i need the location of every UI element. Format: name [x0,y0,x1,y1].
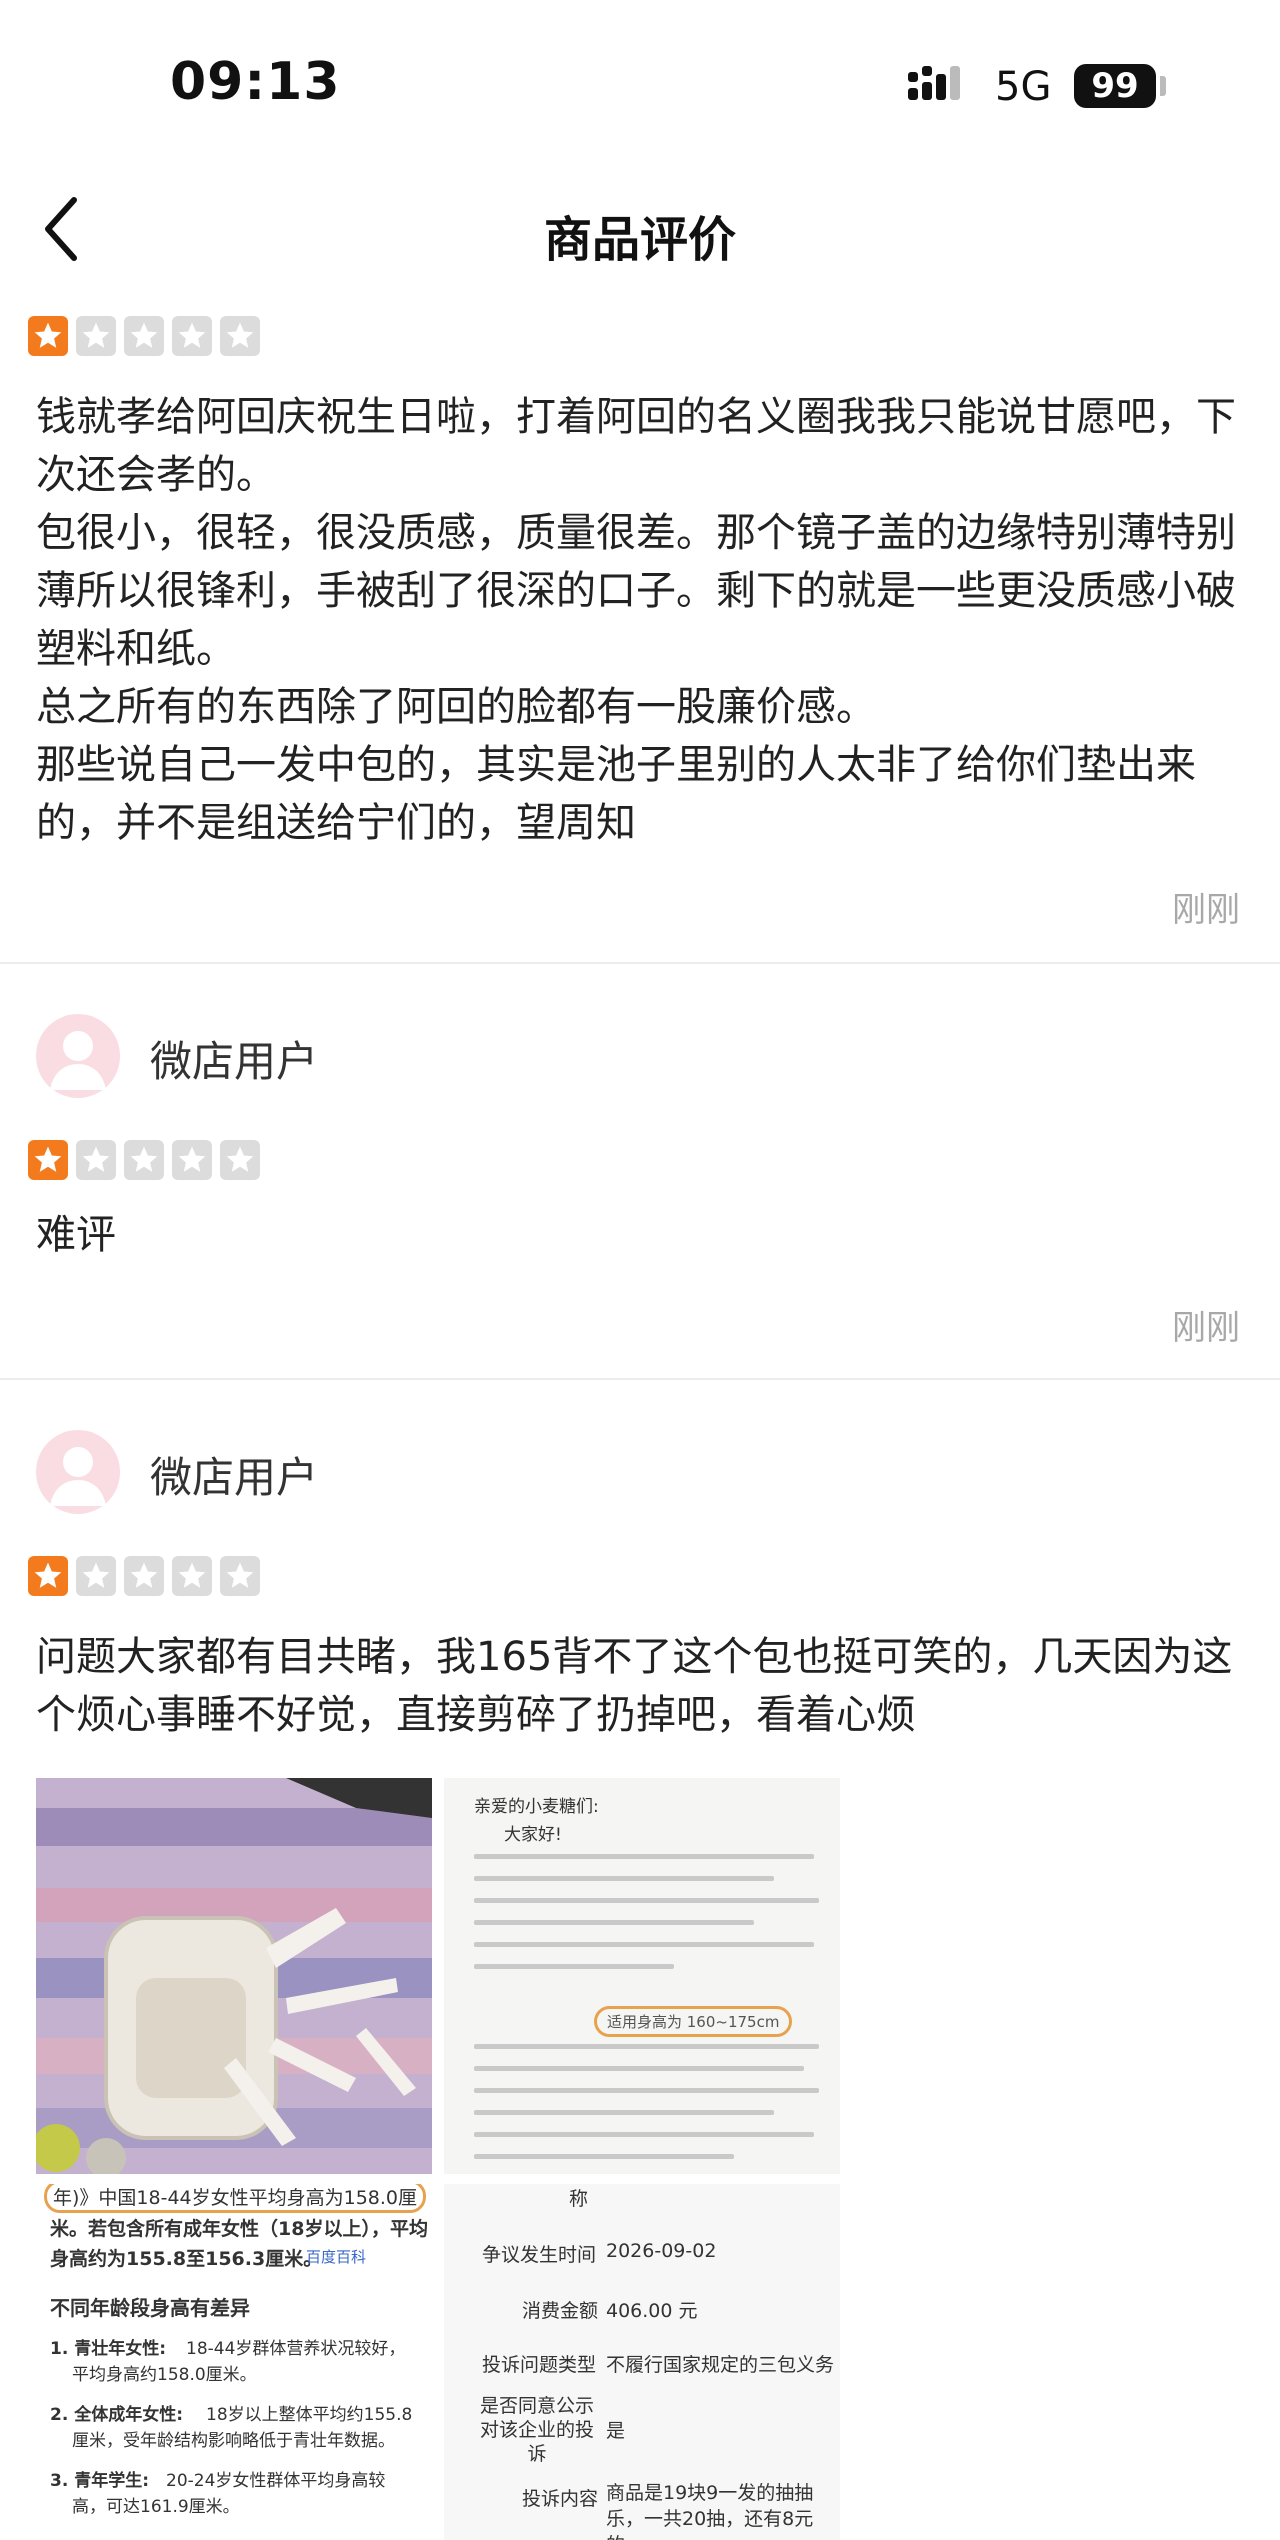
review-text: 钱就孝给阿回庆祝生日啦，打着阿回的名义圈我我只能说甘愿吧，下次还会孝的。 包很小… [36,388,1246,852]
review-paragraph: 难评 [36,1212,116,1258]
review-photo[interactable]: 亲爱的小麦糖们: 大家好! 适用身高为 160~175cm [444,1778,840,2174]
letter-line [474,2088,819,2093]
complaint-value: 不履行国家规定的三包义务 [606,2354,835,2376]
review-item: 钱就孝给阿回庆祝生日啦，打着阿回的名义圈我我只能说甘愿吧，下次还会孝的。 包很小… [0,310,1280,960]
user-silhouette-icon [50,1447,106,1506]
letter-line [474,2110,774,2115]
letter-highlight: 适用身高为 160~175cm [594,2006,793,2037]
star-empty-icon [124,1140,164,1180]
star-empty-icon [220,1556,260,1596]
battery-icon: 99 [1074,64,1156,108]
letter-line [474,2154,734,2159]
letter-line [474,1898,819,1903]
review-item: 微店用户 难评 刚刚 [0,964,1280,1374]
star-empty-icon [220,1140,260,1180]
letter-hello: 大家好! [504,1825,562,1845]
battery-tip [1160,76,1166,96]
star-empty-icon [76,1140,116,1180]
star-empty-icon [172,1140,212,1180]
review-item: 微店用户 问题大家都有目共睹，我165背不了这个包也挺可笑的，几天因为这个烦心事… [0,1380,1280,2540]
complaint-value: 商品是19块9一发的抽抽乐，一共20抽，还有8元的 [606,2482,814,2540]
review-paragraph: 总之所有的东西除了阿回的脸都有一股廉价感。 [36,684,876,730]
review-photo[interactable] [36,1778,432,2174]
star-empty-icon [124,316,164,356]
height-item-text: 18-44岁群体营养状况较好， [186,2339,406,2359]
star-empty-icon [76,1556,116,1596]
complaint-label: 是否同意公示对该企业的投诉 [479,2395,594,2465]
review-photo[interactable]: 称 争议发生时间 2026-09-02 消费金额 406.00 元 投诉问题类型… [444,2184,840,2540]
complaint-top: 称 [569,2188,589,2210]
avatar[interactable] [36,1014,120,1098]
nav-bar: 商品评价 [0,170,1280,290]
review-photo[interactable]: 年)》中国18-44岁女性平均身高为158.0厘 米。若包含所有成年女性（18岁… [36,2184,432,2540]
review-paragraph: 包很小，很轻，很没质感，质量很差。那个镜子盖的边缘特别薄特别薄所以很锋利，手被刮… [36,510,1236,672]
complaint-value: 2026-09-02 [606,2240,717,2262]
star-rating [28,1140,260,1180]
complaint-label: 投诉内容 [522,2488,599,2510]
height-item-cont: 高，可达161.9厘米。 [72,2497,240,2517]
letter-line [474,1920,754,1925]
height-item-cont: 平均身高约158.0厘米。 [72,2365,257,2385]
star-empty-icon [172,1556,212,1596]
letter-line [474,1854,814,1859]
star-filled-icon [28,316,68,356]
letter-line [474,2132,814,2137]
height-item-label: 3. 青年学生: [50,2471,150,2491]
status-time: 09:13 [170,52,341,112]
letter-line [474,2044,819,2049]
height-item-cont: 厘米，受年龄结构影响略低于青壮年数据。 [72,2431,395,2451]
letter-line [474,1964,674,1969]
page-title: 商品评价 [543,212,736,268]
letter-greeting: 亲爱的小麦糖们: [474,1797,599,1817]
bag-photo-image [36,1778,432,2174]
battery-level: 99 [1091,66,1139,106]
star-filled-icon [28,1140,68,1180]
star-filled-icon [28,1556,68,1596]
network-type: 5G [995,64,1052,110]
height-line: 米。若包含所有成年女性（18岁以上），平均 [50,2218,428,2240]
source-badge: 百度百科 [306,2248,367,2266]
complaint-label: 投诉问题类型 [482,2354,597,2376]
height-item-text: 20-24岁女性群体平均身高较 [166,2471,386,2491]
height-item-label: 2. 全体成年女性: [50,2405,184,2425]
complaint-value: 406.00 元 [606,2300,698,2322]
letter-line [474,1876,774,1881]
height-item-text: 18岁以上整体平均约155.8 [206,2405,413,2425]
height-item-label: 1. 青壮年女性: [50,2339,167,2359]
user-silhouette-icon [50,1031,106,1090]
star-empty-icon [220,316,260,356]
star-empty-icon [172,316,212,356]
complaint-label: 争议发生时间 [482,2244,597,2266]
review-time: 刚刚 [1172,1308,1240,1348]
review-time: 刚刚 [1172,890,1240,930]
review-text: 难评 [36,1206,1246,1264]
star-empty-icon [76,316,116,356]
status-bar: 09:13 5G 99 [0,0,1280,170]
letter-line [474,1942,814,1947]
username: 微店用户 [150,1037,319,1086]
star-rating [28,1556,260,1596]
height-heading: 不同年龄段身高有差异 [50,2296,250,2320]
review-paragraph: 问题大家都有目共睹，我165背不了这个包也挺可笑的，几天因为这个烦心事睡不好觉，… [36,1634,1233,1738]
height-line: 身高约为155.8至156.3厘米。 [50,2248,323,2270]
signal-icon [908,66,960,100]
complaint-label: 消费金额 [522,2300,599,2322]
complaint-value: 是 [606,2420,626,2442]
review-text: 问题大家都有目共睹，我165背不了这个包也挺可笑的，几天因为这个烦心事睡不好觉，… [36,1628,1246,1744]
height-top-line: 年)》中国18-44岁女性平均身高为158.0厘 [44,2184,427,2213]
username: 微店用户 [150,1453,319,1502]
star-empty-icon [124,1556,164,1596]
letter-line [474,2066,804,2071]
review-paragraph: 那些说自己一发中包的，其实是池子里别的人太非了给你们垫出来的，并不是组送给宁们的… [36,742,1196,846]
avatar[interactable] [36,1430,120,1514]
star-rating [28,316,260,356]
review-paragraph: 钱就孝给阿回庆祝生日啦，打着阿回的名义圈我我只能说甘愿吧，下次还会孝的。 [36,394,1236,498]
